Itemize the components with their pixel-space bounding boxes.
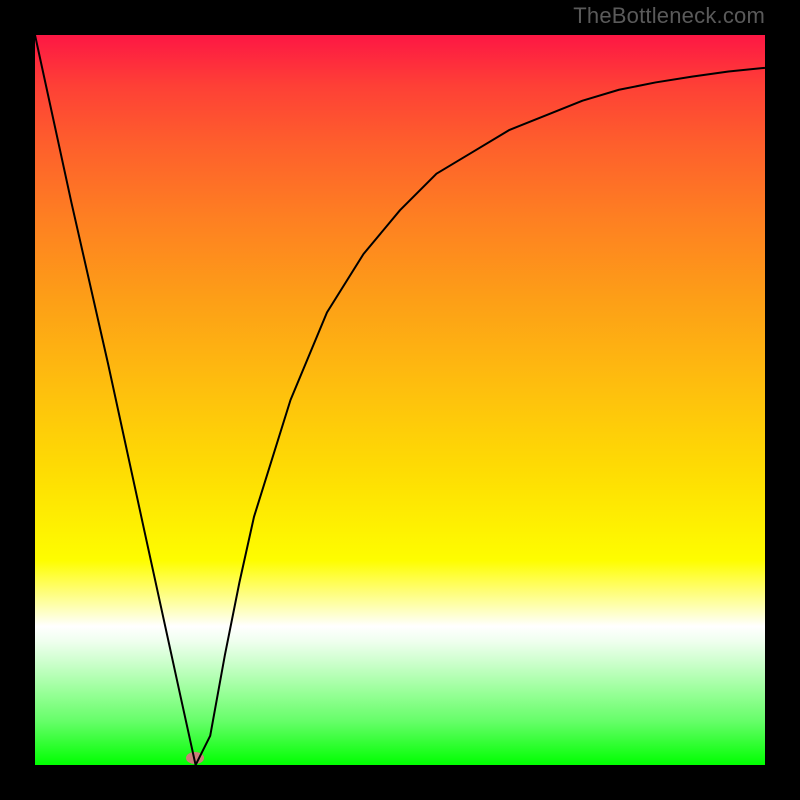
bottleneck-curve — [35, 35, 765, 765]
chart-frame: TheBottleneck.com — [0, 0, 800, 800]
watermark-text: TheBottleneck.com — [573, 3, 765, 29]
curve-path — [35, 35, 765, 765]
plot-area — [35, 35, 765, 765]
